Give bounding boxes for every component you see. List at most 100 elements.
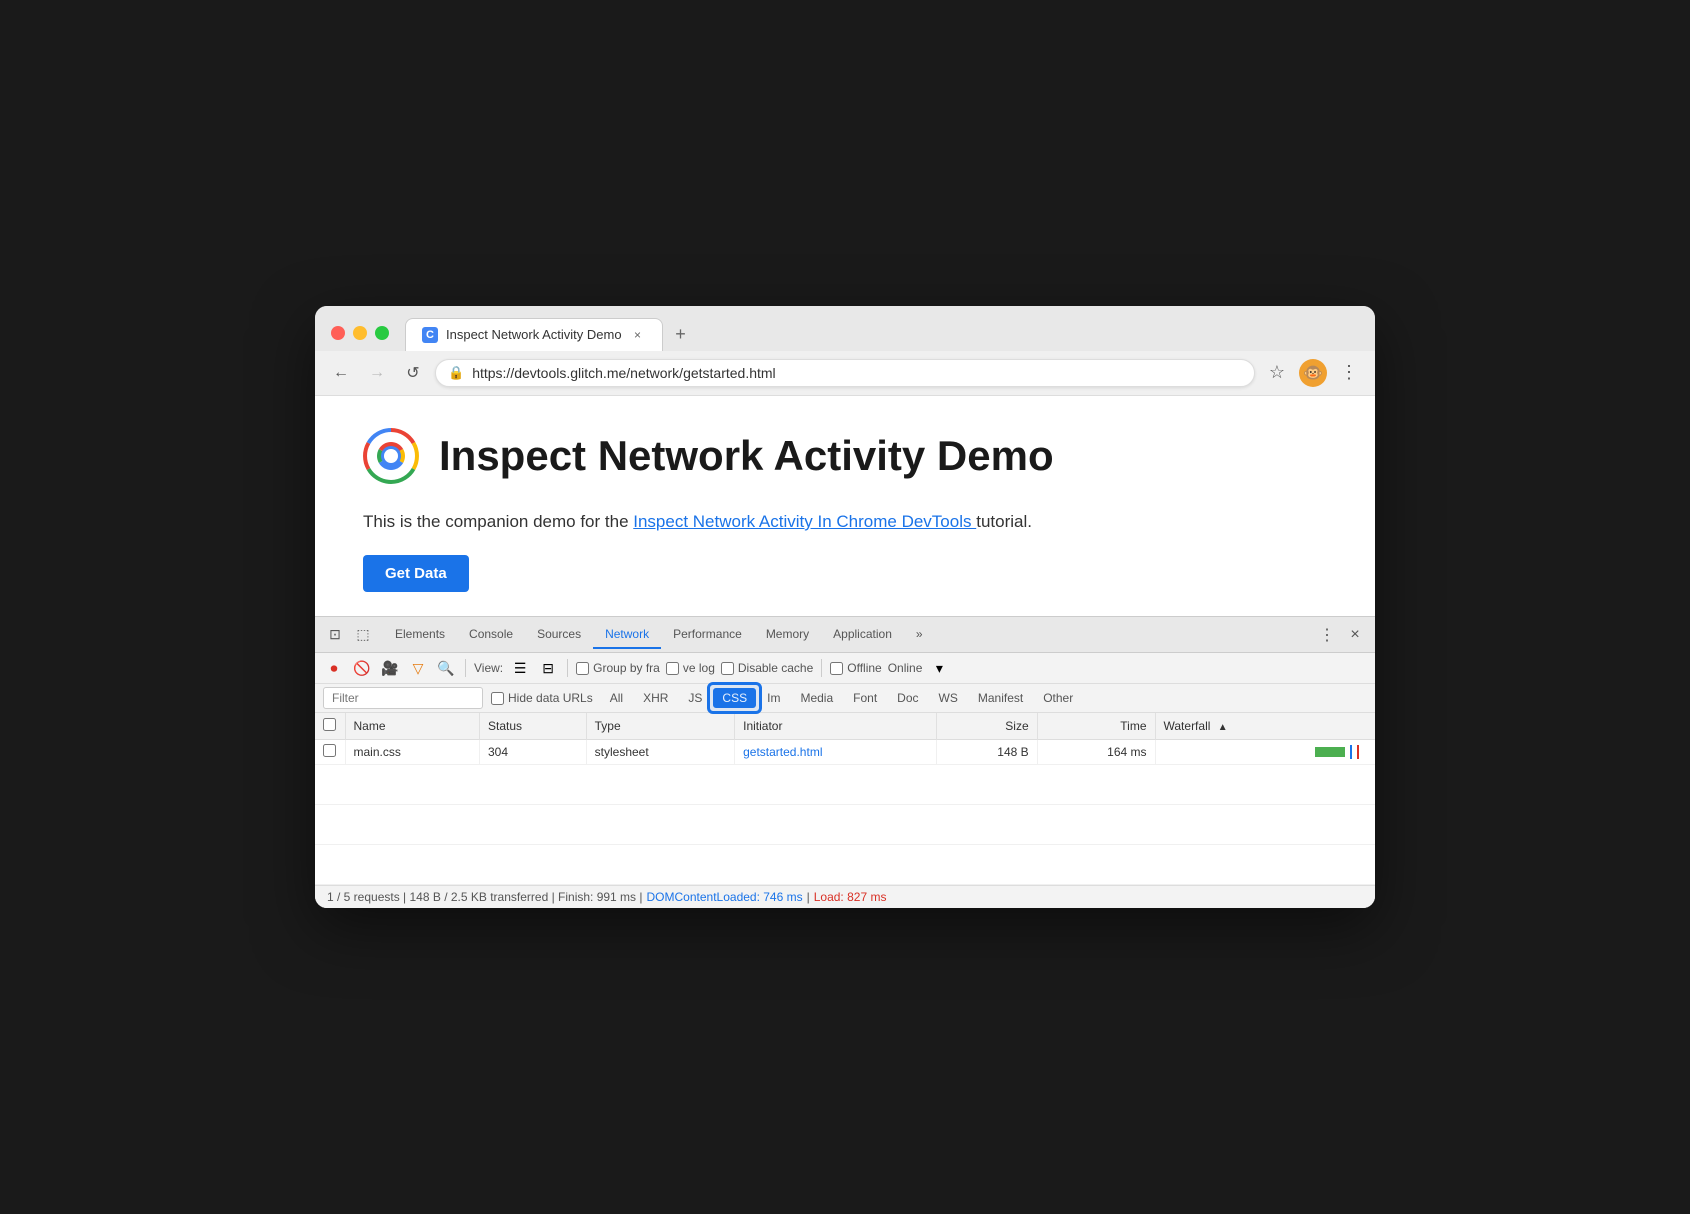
status-separator: | — [807, 890, 810, 904]
filter-img[interactable]: Im — [758, 688, 789, 708]
filter-doc[interactable]: Doc — [888, 688, 927, 708]
chrome-logo-icon — [363, 428, 419, 484]
minimize-button[interactable] — [353, 326, 367, 340]
filter-media[interactable]: Media — [791, 688, 842, 708]
empty-row — [315, 765, 1375, 805]
tab-sources[interactable]: Sources — [525, 621, 593, 649]
filter-js[interactable]: JS — [679, 688, 711, 708]
row-waterfall — [1155, 740, 1375, 765]
group-by-frame-text: Group by fra — [593, 661, 660, 675]
col-waterfall[interactable]: Waterfall ▲ — [1155, 713, 1375, 740]
disable-cache-checkbox[interactable] — [721, 662, 734, 675]
toolbar-separator-2 — [567, 659, 568, 677]
record-button[interactable]: ⏺ — [323, 657, 345, 679]
tab-application[interactable]: Application — [821, 621, 904, 649]
tab-close-button[interactable]: × — [630, 327, 646, 343]
preserve-log-label[interactable]: ve log — [666, 661, 715, 675]
select-all-checkbox[interactable] — [323, 718, 336, 731]
filter-types: All XHR JS CSS Im Media Font Doc WS Mani… — [601, 688, 1083, 708]
col-time[interactable]: Time — [1037, 713, 1155, 740]
sort-arrow-icon: ▲ — [1218, 722, 1228, 733]
table-row[interactable]: main.css 304 stylesheet getstarted.html … — [315, 740, 1375, 765]
row-status: 304 — [479, 740, 586, 765]
devtools-dock-icon[interactable]: ⬚ — [351, 623, 375, 647]
favicon-text: C — [426, 329, 434, 341]
filter-manifest[interactable]: Manifest — [969, 688, 1032, 708]
navigation-toolbar: ← → ↺ 🔒 https://devtools.glitch.me/netwo… — [315, 351, 1375, 396]
tab-memory[interactable]: Memory — [754, 621, 821, 649]
screenshot-button[interactable]: 🎥 — [379, 657, 401, 679]
filter-other[interactable]: Other — [1034, 688, 1082, 708]
devtools-select-icon[interactable]: ⊡ — [323, 623, 347, 647]
more-options-button[interactable]: ⋮ — [1335, 359, 1363, 387]
large-rows-button[interactable]: ⊟ — [537, 657, 559, 679]
page-header: Inspect Network Activity Demo — [363, 428, 1327, 484]
hide-data-urls-checkbox[interactable] — [491, 692, 504, 705]
offline-label[interactable]: Offline — [830, 661, 881, 675]
col-initiator[interactable]: Initiator — [735, 713, 936, 740]
bookmark-button[interactable]: ☆ — [1263, 359, 1291, 387]
waterfall-bar-container — [1164, 745, 1368, 759]
tabs-area: C Inspect Network Activity Demo × + — [405, 318, 1359, 351]
active-tab[interactable]: C Inspect Network Activity Demo × — [405, 318, 663, 351]
row-name: main.css — [345, 740, 479, 765]
empty-row-2 — [315, 805, 1375, 845]
filter-bar: Hide data URLs All XHR JS CSS Im Media F… — [315, 684, 1375, 713]
filter-xhr[interactable]: XHR — [634, 688, 677, 708]
tab-network[interactable]: Network — [593, 621, 661, 649]
get-data-button[interactable]: Get Data — [363, 555, 469, 592]
row-checkbox[interactable] — [315, 740, 345, 765]
filter-all[interactable]: All — [601, 688, 632, 708]
maximize-button[interactable] — [375, 326, 389, 340]
disable-cache-label[interactable]: Disable cache — [721, 661, 813, 675]
browser-window: C Inspect Network Activity Demo × + ← → … — [315, 306, 1375, 908]
group-by-frame-checkbox[interactable] — [576, 662, 589, 675]
col-status[interactable]: Status — [479, 713, 586, 740]
row-type: stylesheet — [586, 740, 734, 765]
filter-input[interactable] — [323, 687, 483, 709]
waterfall-blue-line — [1350, 745, 1352, 759]
tutorial-link[interactable]: Inspect Network Activity In Chrome DevTo… — [633, 512, 976, 531]
group-by-frame-label[interactable]: Group by fra — [576, 661, 660, 675]
col-size[interactable]: Size — [936, 713, 1037, 740]
col-type[interactable]: Type — [586, 713, 734, 740]
row-size: 148 B — [936, 740, 1037, 765]
devtools-more-button[interactable]: ⋮ — [1315, 623, 1339, 647]
dom-loaded-link[interactable]: DOMContentLoaded: 746 ms — [647, 890, 803, 904]
url-path: /network/getstarted.html — [626, 365, 775, 381]
search-icon[interactable]: 🔍 — [435, 657, 457, 679]
tab-elements[interactable]: Elements — [383, 621, 457, 649]
toolbar-separator-3 — [821, 659, 822, 677]
tab-favicon: C — [422, 327, 438, 343]
window-controls — [331, 326, 389, 340]
filter-button[interactable]: ▽ — [407, 657, 429, 679]
new-tab-button[interactable]: + — [667, 321, 695, 349]
tab-performance[interactable]: Performance — [661, 621, 754, 649]
row-initiator[interactable]: getstarted.html — [735, 740, 936, 765]
offline-checkbox[interactable] — [830, 662, 843, 675]
preserve-log-checkbox[interactable] — [666, 662, 679, 675]
filter-ws[interactable]: WS — [930, 688, 967, 708]
throttle-dropdown[interactable]: ▾ — [928, 657, 950, 679]
page-title: Inspect Network Activity Demo — [439, 431, 1054, 481]
avatar[interactable]: 🐵 — [1299, 359, 1327, 387]
devtools-panel: ⊡ ⬚ Elements Console Sources Network Per… — [315, 616, 1375, 908]
description-before: This is the companion demo for the — [363, 512, 633, 531]
devtools-close-button[interactable]: × — [1343, 623, 1367, 647]
list-view-button[interactable]: ☰ — [509, 657, 531, 679]
close-button[interactable] — [331, 326, 345, 340]
filter-css[interactable]: CSS — [713, 688, 756, 708]
col-checkbox — [315, 713, 345, 740]
address-bar[interactable]: 🔒 https://devtools.glitch.me/network/get… — [435, 359, 1255, 387]
col-name[interactable]: Name — [345, 713, 479, 740]
tab-more[interactable]: » — [904, 621, 935, 649]
forward-button[interactable]: → — [363, 359, 391, 387]
hide-data-urls-label[interactable]: Hide data URLs — [491, 691, 593, 705]
row-time: 164 ms — [1037, 740, 1155, 765]
filter-font[interactable]: Font — [844, 688, 886, 708]
clear-button[interactable]: 🚫 — [351, 657, 373, 679]
reload-button[interactable]: ↺ — [399, 359, 427, 387]
tab-console[interactable]: Console — [457, 621, 525, 649]
page-content: Inspect Network Activity Demo This is th… — [315, 396, 1375, 616]
back-button[interactable]: ← — [327, 359, 355, 387]
